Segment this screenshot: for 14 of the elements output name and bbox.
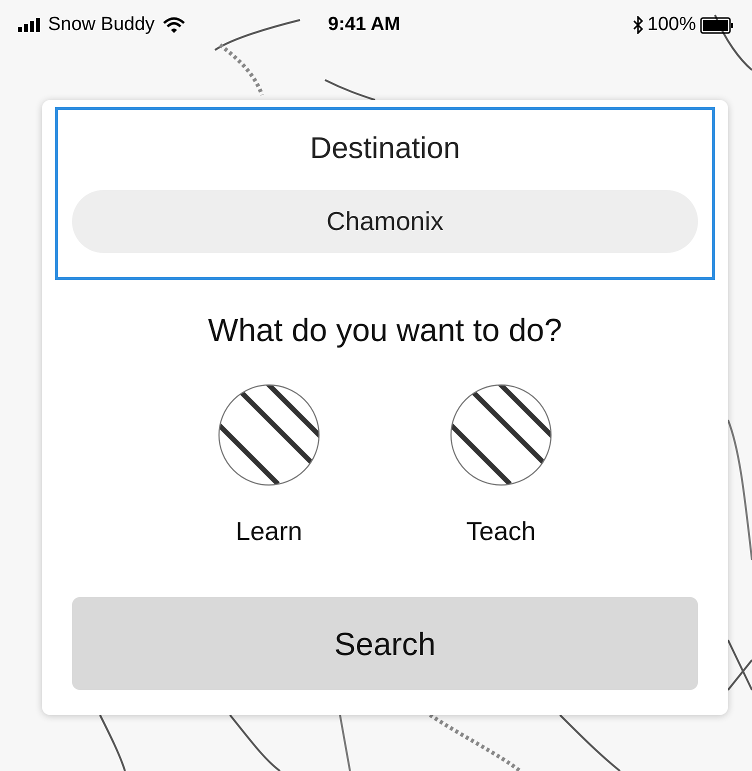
option-button[interactable]: Teach [450,384,552,551]
battery-icon [700,16,734,34]
carrier-name: Snow Buddy [48,12,155,37]
hatched-circle-icon [218,384,320,486]
question-text: What do you want to do? [208,311,562,350]
hatched-circle-icon [450,384,552,486]
battery-percentage: 100% [647,12,696,37]
option-button[interactable]: Learn [218,384,320,551]
destination-field[interactable]: Chamonix [72,190,698,253]
bluetooth-icon [633,16,644,34]
wifi-icon [162,16,185,34]
search-button[interactable]: Search [72,597,698,690]
clock-time: 9:41 AM [328,12,400,37]
destination-label: Destination [310,131,460,167]
